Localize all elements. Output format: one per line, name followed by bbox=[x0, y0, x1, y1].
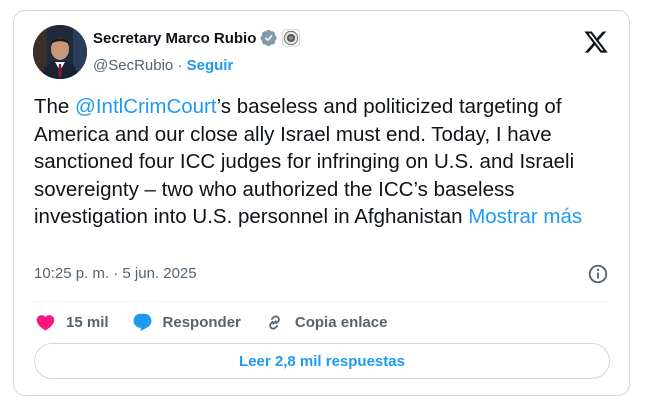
x-logo-icon[interactable] bbox=[583, 29, 609, 55]
show-more-link[interactable]: Mostrar más bbox=[468, 205, 582, 228]
divider bbox=[34, 301, 609, 302]
tweet-text-start: The bbox=[34, 95, 76, 118]
like-button[interactable]: 15 mil bbox=[35, 312, 109, 333]
state-department-seal-icon bbox=[282, 29, 301, 47]
mention-link[interactable]: @IntlCrimCourt bbox=[75, 95, 217, 118]
info-icon[interactable] bbox=[587, 263, 609, 285]
copy-link-label: Copia enlace bbox=[294, 313, 388, 331]
likes-count: 15 mil bbox=[66, 313, 109, 331]
read-replies-label: Leer 2,8 mil respuestas bbox=[239, 352, 405, 370]
read-replies-button[interactable]: Leer 2,8 mil respuestas bbox=[34, 343, 610, 379]
action-bar: 15 mil Responder Copia enlace bbox=[35, 310, 410, 334]
handle-row: @SecRubio · Seguir bbox=[93, 57, 233, 74]
author-name[interactable]: Secretary Marco Rubio bbox=[93, 30, 256, 47]
timestamp-row[interactable]: 10:25 p. m. · 5 jun. 2025 bbox=[34, 265, 197, 282]
heart-icon bbox=[36, 314, 55, 331]
tweet-date: 5 jun. 2025 bbox=[122, 265, 197, 282]
tweet-card: Secretary Marco Rubio @SecRubio · Seguir… bbox=[13, 10, 630, 396]
link-icon bbox=[269, 314, 280, 330]
author-name-row: Secretary Marco Rubio bbox=[93, 29, 301, 47]
tweet-text: The @IntlCrimCourt’s baseless and politi… bbox=[34, 93, 619, 231]
reply-bubble-icon bbox=[133, 313, 152, 331]
handle-separator: · bbox=[177, 57, 183, 74]
timestamp-separator: · bbox=[109, 265, 123, 282]
follow-button[interactable]: Seguir bbox=[187, 57, 234, 74]
author-handle[interactable]: @SecRubio bbox=[93, 57, 173, 74]
reply-label: Responder bbox=[162, 313, 241, 331]
reply-button[interactable]: Responder bbox=[132, 312, 241, 333]
verified-badge-icon bbox=[260, 29, 278, 47]
copy-link-button[interactable]: Copia enlace bbox=[264, 312, 388, 333]
avatar[interactable] bbox=[33, 25, 87, 79]
tweet-time: 10:25 p. m. bbox=[34, 265, 110, 282]
